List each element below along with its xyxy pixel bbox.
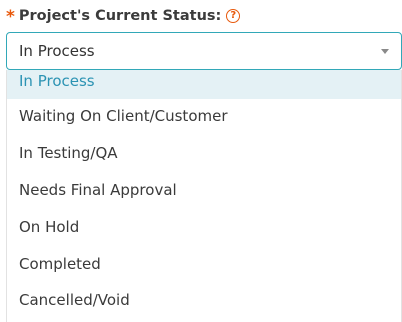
- status-select[interactable]: In Process: [6, 32, 402, 70]
- option-label: Needs Final Approval: [19, 181, 177, 199]
- dropdown-option-in-process[interactable]: In Process: [7, 70, 401, 99]
- field-label: Project's Current Status:: [18, 8, 222, 24]
- required-asterisk: *: [6, 6, 15, 27]
- dropdown-option-cancelled-void[interactable]: Cancelled/Void: [7, 282, 401, 318]
- option-label: On Hold: [19, 218, 80, 236]
- field-label-row: * Project's Current Status: ?: [6, 6, 241, 27]
- dropdown-option-in-testing[interactable]: In Testing/QA: [7, 135, 401, 171]
- dropdown-option-on-hold[interactable]: On Hold: [7, 209, 401, 245]
- option-label: Waiting On Client/Customer: [19, 107, 228, 125]
- dropdown-option-completed[interactable]: Completed: [7, 246, 401, 282]
- option-label: In Testing/QA: [19, 144, 118, 162]
- status-dropdown-list: In Process Waiting On Client/Customer In…: [6, 70, 402, 322]
- status-field: * Project's Current Status: ? In Process…: [0, 0, 402, 322]
- caret-down-icon[interactable]: [381, 49, 389, 54]
- option-label: Cancelled/Void: [19, 291, 130, 309]
- option-label: Completed: [19, 255, 101, 273]
- dropdown-option-needs-final-approval[interactable]: Needs Final Approval: [7, 172, 401, 208]
- dropdown-option-waiting-on-client[interactable]: Waiting On Client/Customer: [7, 98, 401, 134]
- question-circle-icon[interactable]: ?: [226, 9, 241, 23]
- option-label: In Process: [19, 72, 95, 90]
- select-current-value: In Process: [19, 42, 95, 60]
